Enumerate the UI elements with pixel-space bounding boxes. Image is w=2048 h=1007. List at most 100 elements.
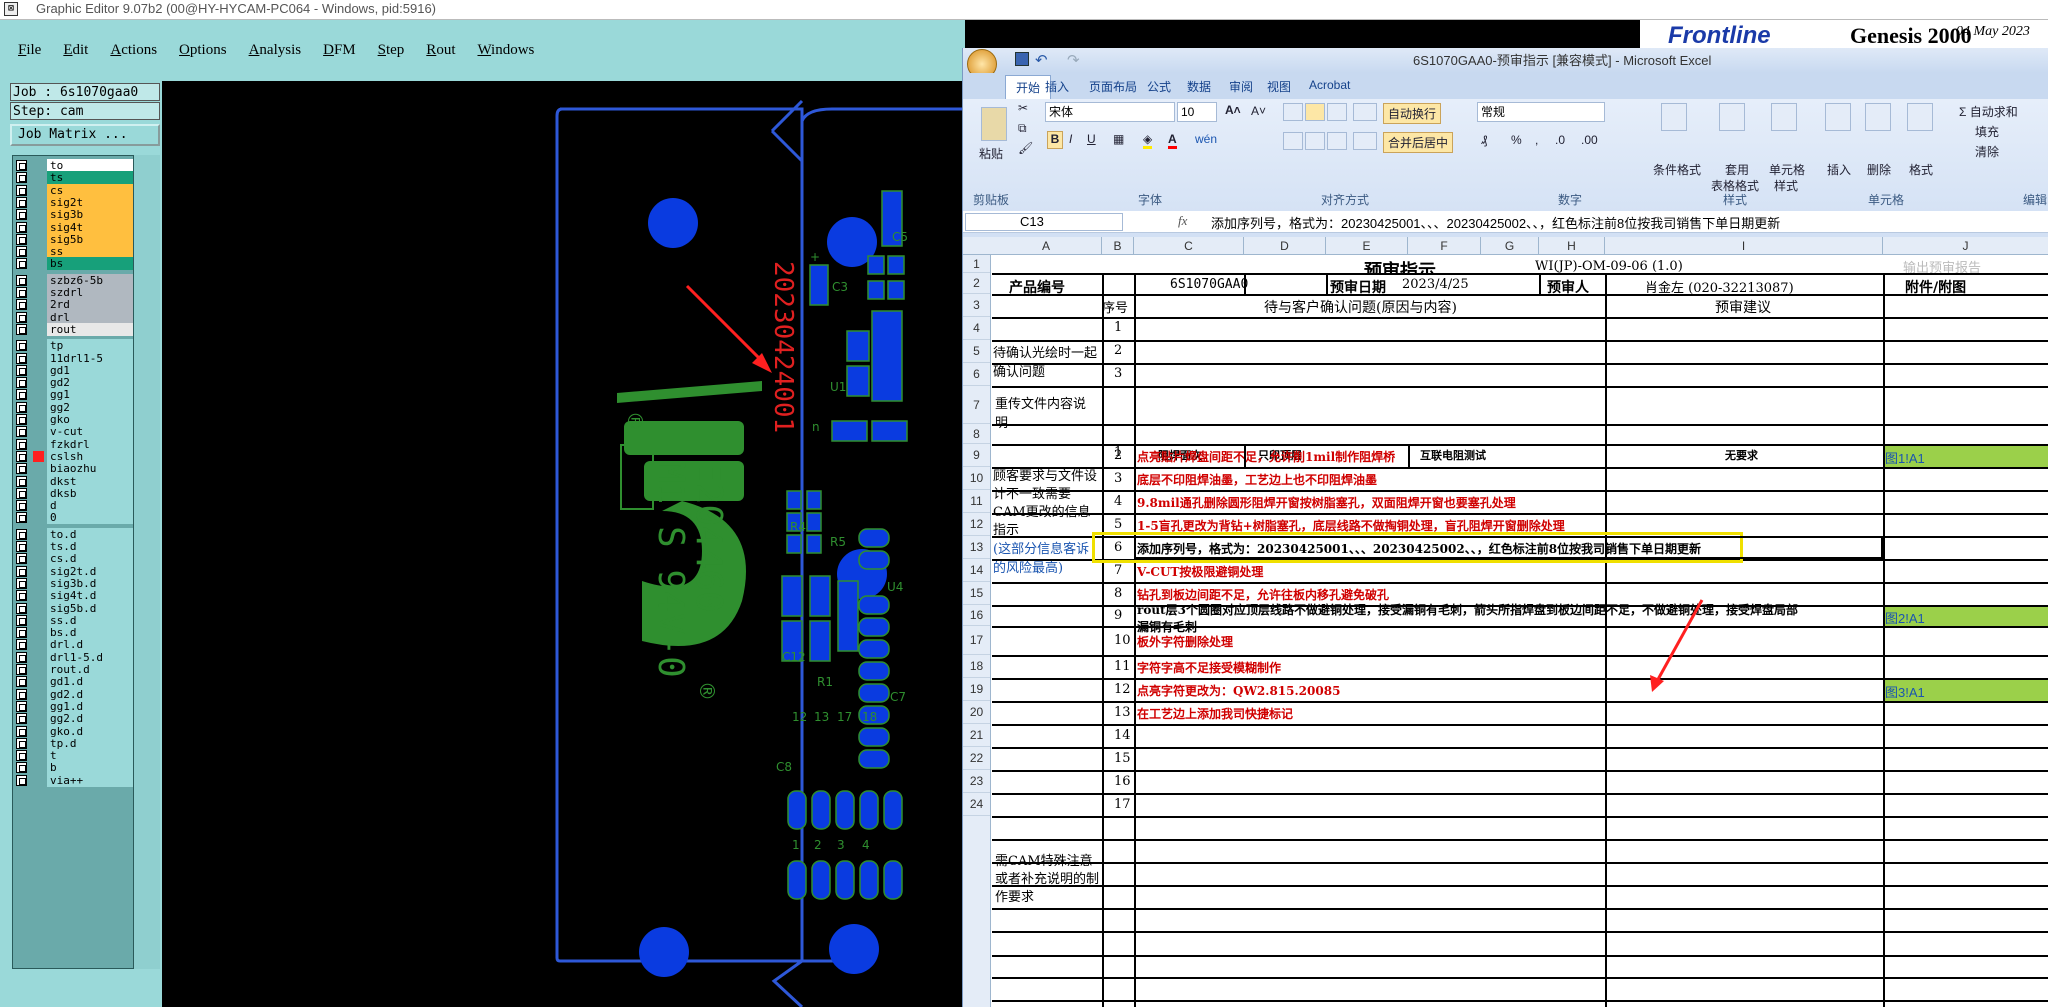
redo-icon[interactable]: ↷ — [1067, 48, 1080, 73]
column-header-B[interactable]: B — [1102, 237, 1134, 255]
ribbon-tab-5[interactable]: 审阅 — [1229, 78, 1253, 95]
column-header-C[interactable]: C — [1134, 237, 1244, 255]
layer-row-rout[interactable]: rout — [13, 322, 133, 337]
fill-color-icon[interactable]: ◈ — [1143, 132, 1153, 149]
ribbon-tab-2[interactable]: 页面布局 — [1089, 78, 1137, 95]
format-cells-label[interactable]: 格式 — [1909, 161, 1933, 178]
menu-rout[interactable]: Rout — [426, 42, 455, 59]
shrink-font-icon[interactable]: A˅ — [1251, 104, 1266, 118]
row-header-18[interactable]: 18 — [963, 655, 990, 678]
worksheet[interactable]: 预审指示 WI(JP)-OM-09-06 (1.0) 输出预审报告 产品编号 6S107… — [992, 255, 2048, 1007]
row-header-15[interactable]: 15 — [963, 582, 990, 605]
row-header-5[interactable]: 5 — [963, 340, 990, 363]
row-header-22[interactable]: 22 — [963, 747, 990, 770]
wrap-text-button[interactable]: 自动换行 — [1383, 103, 1442, 124]
row-header-4[interactable]: 4 — [963, 317, 990, 340]
clear-button[interactable]: 清除 — [1975, 143, 1999, 160]
fill-button[interactable]: 填充 — [1975, 123, 1999, 140]
column-header-A[interactable]: A — [991, 237, 1102, 255]
ribbon-tab-1[interactable]: 插入 — [1045, 78, 1069, 95]
decimal-inc-icon[interactable]: .0 — [1555, 133, 1565, 147]
pcb-canvas[interactable]: ® ® E204460 M1 S 94V-0 20230424001 + C3 C5… — [162, 81, 965, 1007]
format-cells-icon[interactable] — [1907, 103, 1933, 131]
layer-row-0[interactable]: 0 — [13, 510, 133, 525]
format-table-icon[interactable] — [1719, 103, 1745, 131]
row-header-12[interactable]: 12 — [963, 513, 990, 536]
format-table-label[interactable]: 套用 — [1725, 161, 1749, 178]
paste-label[interactable]: 粘贴 — [979, 145, 1003, 162]
layer-checkbox[interactable] — [16, 323, 27, 335]
column-header-G[interactable]: G — [1481, 237, 1539, 255]
attachment-link[interactable]: 图1!A1 — [1885, 448, 1985, 464]
row-header-13[interactable]: 13 — [963, 536, 990, 559]
row-header-23[interactable]: 23 — [963, 770, 990, 793]
row-header-20[interactable]: 20 — [963, 701, 990, 724]
layer-checkbox[interactable] — [16, 258, 27, 270]
phonetic-icon[interactable]: wén — [1195, 132, 1217, 146]
row-header-19[interactable]: 19 — [963, 678, 990, 701]
cell-styles-label[interactable]: 单元格 — [1769, 161, 1805, 178]
font-color-icon[interactable]: A — [1168, 132, 1177, 149]
column-header-D[interactable]: D — [1244, 237, 1326, 255]
cut-icon[interactable]: ✂ — [1018, 101, 1028, 115]
job-matrix-button[interactable]: Job Matrix ... — [10, 124, 160, 146]
row-header-2[interactable]: 2 — [963, 273, 990, 294]
indent-icon[interactable] — [1353, 132, 1377, 150]
column-header-J[interactable]: J — [1883, 237, 2048, 255]
underline-button[interactable]: U — [1087, 132, 1096, 146]
align-bottom-icon[interactable] — [1327, 103, 1347, 121]
align-right-icon[interactable] — [1327, 132, 1347, 150]
comma-icon[interactable]: , — [1535, 133, 1538, 147]
currency-icon[interactable]: ₰ — [1481, 133, 1487, 147]
menu-step[interactable]: Step — [378, 42, 405, 59]
row-header-9[interactable]: 9 — [963, 444, 990, 467]
menu-windows[interactable]: Windows — [477, 42, 534, 59]
layer-row-bs[interactable]: bs — [13, 256, 133, 271]
layer-checkbox[interactable] — [16, 512, 27, 524]
fx-icon[interactable]: fx — [1178, 213, 1187, 229]
undo-icon[interactable]: ↶ — [1035, 48, 1048, 73]
active-cell[interactable] — [1134, 536, 1883, 559]
formula-input[interactable]: 添加序列号，格式为：20230425001、、、20230425002、、，红色… — [1211, 213, 1780, 232]
cell-styles-icon[interactable] — [1771, 103, 1797, 131]
row-header-11[interactable]: 11 — [963, 490, 990, 513]
row-header-21[interactable]: 21 — [963, 724, 990, 747]
font-size-select[interactable]: 10 — [1177, 102, 1217, 122]
ribbon-tab-4[interactable]: 数据 — [1187, 78, 1211, 95]
row-header-17[interactable]: 17 — [963, 626, 990, 655]
save-icon[interactable] — [1015, 52, 1029, 66]
bold-button[interactable]: B — [1047, 131, 1063, 149]
italic-button[interactable]: I — [1069, 132, 1072, 146]
percent-icon[interactable]: % — [1511, 133, 1522, 147]
insert-cells-label[interactable]: 插入 — [1827, 161, 1851, 178]
row-header-1[interactable]: 1 — [963, 255, 990, 273]
ribbon-tab-7[interactable]: Acrobat — [1309, 78, 1350, 92]
autosum-button[interactable]: Σ 自动求和 — [1959, 103, 2018, 120]
row-header-6[interactable]: 6 — [963, 363, 990, 386]
layer-list-scrollbar[interactable] — [134, 155, 160, 969]
insert-cells-icon[interactable] — [1825, 103, 1851, 131]
row-header-7[interactable]: 7 — [963, 386, 990, 424]
row-header-3[interactable]: 3 — [963, 294, 990, 317]
delete-cells-icon[interactable] — [1865, 103, 1891, 131]
align-top-icon[interactable] — [1283, 103, 1303, 121]
row-header-10[interactable]: 10 — [963, 467, 990, 490]
column-header-H[interactable]: H — [1539, 237, 1605, 255]
align-middle-icon[interactable] — [1305, 103, 1325, 121]
decimal-dec-icon[interactable]: .00 — [1581, 133, 1598, 147]
attachment-link[interactable]: 图3!A1 — [1885, 682, 1985, 698]
conditional-format-label[interactable]: 条件格式 — [1653, 161, 1701, 178]
orientation-icon[interactable] — [1353, 103, 1377, 121]
merge-center-button[interactable]: 合并后居中 — [1383, 132, 1454, 153]
cell-styles-label-2[interactable]: 样式 — [1774, 177, 1798, 194]
row-header-8[interactable]: 8 — [963, 424, 990, 444]
align-left-icon[interactable] — [1283, 132, 1303, 150]
paste-icon[interactable] — [981, 107, 1007, 141]
row-header-14[interactable]: 14 — [963, 559, 990, 582]
menu-options[interactable]: Options — [179, 42, 227, 59]
delete-cells-label[interactable]: 删除 — [1867, 161, 1891, 178]
menu-edit[interactable]: Edit — [63, 42, 88, 59]
menu-analysis[interactable]: Analysis — [249, 42, 302, 59]
ribbon-tab-6[interactable]: 视图 — [1267, 78, 1291, 95]
layer-checkbox[interactable] — [16, 774, 27, 786]
